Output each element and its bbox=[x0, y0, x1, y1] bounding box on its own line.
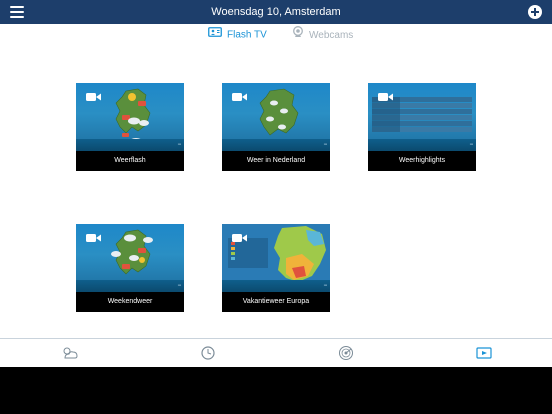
weather-cloud-sun-icon[interactable] bbox=[60, 343, 80, 363]
page-title: Woensdag 10, Amsterdam bbox=[211, 6, 341, 18]
tile-caption: Vakantieweer Europa bbox=[222, 292, 330, 312]
forecast-clock-icon[interactable] bbox=[198, 343, 218, 363]
add-location-button[interactable] bbox=[528, 5, 542, 19]
radar-icon[interactable] bbox=[336, 343, 356, 363]
bottom-nav bbox=[0, 338, 552, 367]
weekendweer-thumbnail: ▪▪▪ bbox=[76, 224, 184, 292]
webcam-icon bbox=[292, 26, 304, 45]
tab-flash-tv-label: Flash TV bbox=[227, 29, 267, 41]
video-camera-icon bbox=[232, 230, 248, 248]
tile-caption: Weer in Nederland bbox=[222, 151, 330, 171]
video-camera-icon bbox=[86, 89, 102, 107]
tile-weekendweer[interactable]: ▪▪▪ Weekendweer bbox=[76, 224, 184, 312]
thumbnail-banner: ▪▪▪ bbox=[368, 139, 476, 151]
thumbnail-banner: ▪▪▪ bbox=[76, 280, 184, 292]
video-camera-icon bbox=[86, 230, 102, 248]
weerhighlights-thumbnail: ▪▪▪ bbox=[368, 83, 476, 151]
tab-webcams[interactable]: Webcams bbox=[292, 26, 353, 44]
tv-icon bbox=[208, 26, 222, 44]
tab-bar: Flash TV Webcams bbox=[0, 26, 552, 44]
thumbnail-banner: ▪▪▪ bbox=[222, 139, 330, 151]
video-camera-icon bbox=[378, 89, 394, 107]
vakantieweer-europa-thumbnail: ▪▪▪ bbox=[222, 224, 330, 292]
tab-flash-tv[interactable]: Flash TV bbox=[208, 26, 267, 44]
tile-weer-in-nederland[interactable]: ▪▪▪ Weer in Nederland bbox=[222, 83, 330, 171]
thumbnail-banner: ▪▪▪ bbox=[76, 139, 184, 151]
thumbnail-banner: ▪▪▪ bbox=[222, 280, 330, 292]
tile-vakantieweer-europa[interactable]: ▪▪▪ Vakantieweer Europa bbox=[222, 224, 330, 312]
tile-caption: Weerflash bbox=[76, 151, 184, 171]
tile-weerflash[interactable]: ▪▪▪ Weerflash bbox=[76, 83, 184, 171]
app-window: Woensdag 10, Amsterdam Flash TV Webcams … bbox=[0, 0, 552, 367]
flash-tv-icon[interactable] bbox=[474, 343, 494, 363]
top-bar: Woensdag 10, Amsterdam bbox=[0, 0, 552, 24]
tile-caption: Weekendweer bbox=[76, 292, 184, 312]
weerflash-thumbnail: ▪▪▪ bbox=[76, 83, 184, 151]
weer-in-nederland-thumbnail: ▪▪▪ bbox=[222, 83, 330, 151]
tab-webcams-label: Webcams bbox=[309, 30, 354, 42]
video-camera-icon bbox=[232, 89, 248, 107]
tile-caption: Weerhighlights bbox=[368, 151, 476, 171]
tile-weerhighlights[interactable]: ▪▪▪ Weerhighlights bbox=[368, 83, 476, 171]
